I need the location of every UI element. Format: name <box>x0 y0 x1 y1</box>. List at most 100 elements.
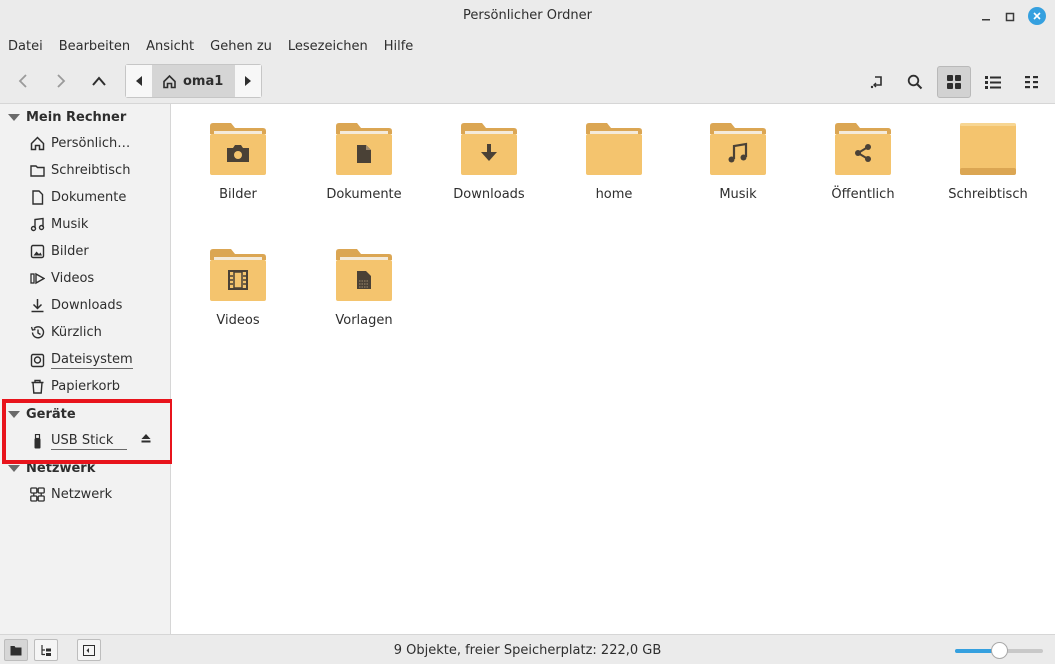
breadcrumb-current[interactable]: oma1 <box>152 65 235 97</box>
sidebar-item-papierkorb[interactable]: Papierkorb <box>30 379 120 394</box>
title-bar: Persönlicher Ordner <box>0 0 1055 34</box>
sidebar-item-label: Downloads <box>51 298 123 313</box>
sidebar-item-musik[interactable]: Musik <box>30 217 88 232</box>
breadcrumb-label: oma1 <box>183 73 224 89</box>
menu-bearbeiten[interactable]: Bearbeiten <box>59 39 130 54</box>
sidebar-item-netzwerk[interactable]: Netzwerk <box>30 487 112 502</box>
close-icon <box>1033 12 1041 20</box>
compact-view-button[interactable] <box>1015 66 1049 98</box>
maximize-button[interactable] <box>1000 7 1020 27</box>
search-icon <box>907 74 923 90</box>
path-scroll-right-button[interactable] <box>235 65 261 97</box>
search-button[interactable] <box>898 66 932 98</box>
annotation-highlight-box <box>2 399 174 464</box>
folder-pictures-icon <box>210 123 266 175</box>
sidebar-item-schreibtisch[interactable]: Schreibtisch <box>30 163 130 178</box>
breadcrumb: oma1 <box>125 64 262 98</box>
terminal-button[interactable] <box>860 66 894 98</box>
folder-schreibtisch[interactable]: Schreibtisch <box>933 122 1043 202</box>
video-icon <box>30 272 45 285</box>
drive-icon <box>30 353 45 368</box>
path-scroll-left-button[interactable] <box>126 65 152 97</box>
folder-music-icon <box>710 123 766 175</box>
image-icon <box>30 244 45 259</box>
file-view: Bilder Dokumente Downloads home Musik Öf… <box>172 104 1055 634</box>
expand-triangle-icon <box>8 114 20 121</box>
folder-public-icon <box>835 123 891 175</box>
icon-view-button[interactable] <box>937 66 971 98</box>
close-button[interactable] <box>1028 7 1046 25</box>
document-icon <box>32 190 44 205</box>
back-button[interactable] <box>8 66 38 96</box>
sidebar-item-label: Bilder <box>51 244 89 259</box>
window-title: Persönlicher Ordner <box>463 8 592 23</box>
minimize-button[interactable] <box>976 7 996 27</box>
sidebar-section-mein-rechner[interactable]: Mein Rechner <box>8 110 126 125</box>
folder-label: Bilder <box>219 187 257 202</box>
open-terminal-icon <box>870 76 882 89</box>
folder-dokumente[interactable]: Dokumente <box>309 122 419 202</box>
chevron-left-icon <box>18 74 27 88</box>
menu-lesezeichen[interactable]: Lesezeichen <box>288 39 368 54</box>
sidebar <box>0 104 171 634</box>
folder-label: Downloads <box>453 187 525 202</box>
zoom-slider-handle[interactable] <box>991 642 1008 659</box>
menu-ansicht[interactable]: Ansicht <box>146 39 194 54</box>
folder-label: home <box>595 187 633 202</box>
folder-label: Videos <box>216 313 260 328</box>
expand-triangle-icon <box>8 465 20 472</box>
trash-icon <box>31 379 44 394</box>
folder-downloads-icon <box>461 123 517 175</box>
sidebar-item-label: Netzwerk <box>51 487 113 502</box>
sidebar-item-kuerzlich[interactable]: Kürzlich <box>30 325 102 340</box>
folder-videos[interactable]: Videos <box>183 248 293 328</box>
menu-datei[interactable]: Datei <box>8 39 43 54</box>
folder-label: Musik <box>719 187 757 202</box>
sidebar-item-label: Dateisystem <box>51 352 133 369</box>
folder-label: Öffentlich <box>831 187 895 202</box>
folder-home[interactable]: home <box>559 122 669 202</box>
home-icon <box>30 136 45 151</box>
maximize-icon <box>1005 12 1015 22</box>
folder-documents-icon <box>336 123 392 175</box>
folder-oeffentlich[interactable]: Öffentlich <box>808 122 918 202</box>
home-icon <box>163 74 176 88</box>
compact-list-icon <box>1025 76 1038 89</box>
folder-label: Schreibtisch <box>948 187 1028 202</box>
sidebar-item-persoenlich[interactable]: Persönlich… <box>30 136 130 151</box>
chevron-right-icon <box>57 74 66 88</box>
folder-icon <box>30 165 45 177</box>
up-button[interactable] <box>84 66 114 96</box>
menu-bar: Datei Bearbeiten Ansicht Gehen zu Leseze… <box>0 34 1055 58</box>
minimize-icon <box>982 19 990 21</box>
sidebar-item-dateisystem[interactable]: Dateisystem <box>30 352 133 369</box>
folder-desktop-icon <box>960 123 1016 175</box>
status-bar: 9 Objekte, freier Speicherplatz: 222,0 G… <box>0 634 1055 664</box>
sidebar-item-dokumente[interactable]: Dokumente <box>30 190 126 205</box>
sidebar-item-label: Papierkorb <box>51 379 121 394</box>
sidebar-item-label: Persönlich… <box>51 136 131 151</box>
section-label: Mein Rechner <box>26 110 127 125</box>
sidebar-item-bilder[interactable]: Bilder <box>30 244 89 259</box>
sidebar-item-videos[interactable]: Videos <box>30 271 94 286</box>
folder-templates-icon <box>336 249 392 301</box>
menu-gehen-zu[interactable]: Gehen zu <box>210 39 272 54</box>
download-icon <box>31 299 44 313</box>
sidebar-item-label: Musik <box>51 217 89 232</box>
network-icon <box>30 487 45 502</box>
folder-label: Dokumente <box>326 187 402 202</box>
folder-vorlagen[interactable]: Vorlagen <box>309 248 419 328</box>
menu-hilfe[interactable]: Hilfe <box>384 39 414 54</box>
list-view-button[interactable] <box>976 66 1010 98</box>
sidebar-item-downloads[interactable]: Downloads <box>30 298 122 313</box>
folder-musik[interactable]: Musik <box>683 122 793 202</box>
forward-button[interactable] <box>46 66 76 96</box>
grid-icon <box>947 75 961 89</box>
zoom-slider[interactable] <box>955 642 1043 659</box>
folder-videos-icon <box>210 249 266 301</box>
list-icon <box>985 76 1001 89</box>
sidebar-item-label: Schreibtisch <box>51 163 131 178</box>
folder-bilder[interactable]: Bilder <box>183 122 293 202</box>
sidebar-item-label: Kürzlich <box>51 325 102 340</box>
folder-downloads[interactable]: Downloads <box>434 122 544 202</box>
